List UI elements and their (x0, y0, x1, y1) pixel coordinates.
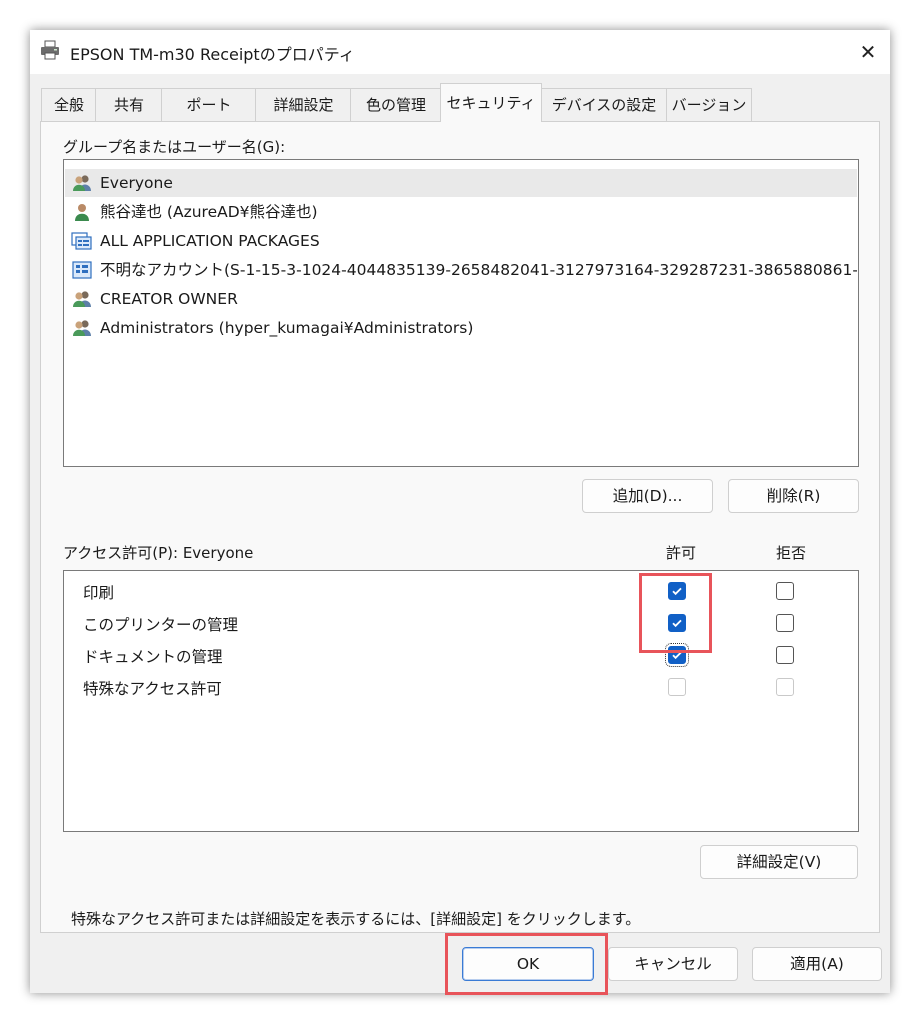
list-item-label: CREATOR OWNER (100, 290, 238, 308)
permission-label: 特殊なアクセス許可 (83, 680, 222, 698)
permissions-label: アクセス許可(P): Everyone (63, 544, 254, 562)
allow-column-header: 許可 (666, 544, 697, 562)
advanced-hint-text: 特殊なアクセス許可または詳細設定を表示するには、[詳細設定] をクリックします。 (71, 910, 641, 928)
permission-row-manage-documents: ドキュメントの管理 (65, 639, 857, 671)
apply-button[interactable]: 適用(A) (752, 947, 882, 981)
group-user-list[interactable]: Everyone 熊谷達也 (AzureAD¥熊谷達也) ALL APPLICA… (63, 159, 859, 467)
users-icon (73, 175, 91, 191)
unknown-account-icon (72, 261, 92, 279)
advanced-settings-button[interactable]: 詳細設定(V) (700, 845, 858, 879)
permission-row-manage-printer: このプリンターの管理 (65, 607, 857, 639)
cancel-button[interactable]: キャンセル (608, 947, 738, 981)
tab-ports[interactable]: ポート (161, 88, 257, 121)
security-panel: グループ名またはユーザー名(G): Everyone 熊谷達也 (AzureAD… (40, 121, 880, 933)
permission-label: このプリンターの管理 (83, 616, 239, 634)
highlight-allow-checkboxes (639, 573, 712, 653)
close-button[interactable]: ✕ (852, 36, 884, 68)
permissions-list: 印刷 このプリンターの管理 ドキュメントの管理 特殊なアクセス許可 (63, 570, 859, 832)
highlight-ok-button (445, 933, 608, 995)
deny-manage-printer-checkbox[interactable] (776, 614, 794, 632)
window-title: EPSON TM-m30 Receiptのプロパティ (70, 45, 355, 64)
tab-color-management[interactable]: 色の管理 (350, 88, 442, 121)
properties-dialog: EPSON TM-m30 Receiptのプロパティ ✕ 全般 共有 ポート 詳… (30, 30, 890, 993)
app-packages-icon (71, 232, 92, 250)
list-item-administrators[interactable]: Administrators (hyper_kumagai¥Administra… (65, 314, 857, 342)
tab-security[interactable]: セキュリティ (440, 83, 542, 122)
tab-general[interactable]: 全般 (41, 88, 97, 121)
tab-advanced[interactable]: 詳細設定 (255, 88, 352, 121)
list-item-label: 熊谷達也 (AzureAD¥熊谷達也) (100, 203, 318, 221)
list-item-label: 不明なアカウント(S-1-15-3-1024-4044835139-265848… (100, 261, 857, 279)
deny-column-header: 拒否 (776, 544, 807, 562)
list-item-creator-owner[interactable]: CREATOR OWNER (65, 285, 857, 313)
tab-sharing[interactable]: 共有 (95, 88, 163, 121)
deny-special-checkbox (776, 678, 794, 696)
list-item-everyone[interactable]: Everyone (65, 169, 857, 197)
deny-manage-documents-checkbox[interactable] (776, 646, 794, 664)
list-item-label: Administrators (hyper_kumagai¥Administra… (100, 319, 474, 337)
list-item-all-application-packages[interactable]: ALL APPLICATION PACKAGES (65, 227, 857, 255)
groups-label: グループ名またはユーザー名(G): (63, 138, 286, 156)
permission-row-print: 印刷 (65, 575, 857, 607)
close-icon: ✕ (859, 40, 877, 64)
list-item-unknown-account[interactable]: 不明なアカウント(S-1-15-3-1024-4044835139-265848… (65, 256, 857, 284)
printer-icon (41, 40, 59, 60)
deny-print-checkbox[interactable] (776, 582, 794, 600)
user-icon (75, 204, 89, 221)
permission-label: 印刷 (83, 584, 115, 602)
title-bar[interactable]: EPSON TM-m30 Receiptのプロパティ ✕ (30, 30, 890, 74)
list-item-user-kumagai[interactable]: 熊谷達也 (AzureAD¥熊谷達也) (65, 198, 857, 226)
permission-label: ドキュメントの管理 (83, 648, 223, 666)
tab-version[interactable]: バージョン (666, 88, 752, 121)
list-item-label: ALL APPLICATION PACKAGES (100, 232, 320, 250)
add-button[interactable]: 追加(D)... (582, 479, 713, 513)
remove-button[interactable]: 削除(R) (728, 479, 859, 513)
users-icon (73, 291, 91, 307)
permission-row-special: 特殊なアクセス許可 (65, 671, 857, 703)
allow-special-checkbox (668, 678, 686, 696)
users-icon (73, 320, 91, 336)
tab-device-settings[interactable]: デバイスの設定 (540, 88, 668, 121)
list-item-label: Everyone (100, 174, 173, 192)
